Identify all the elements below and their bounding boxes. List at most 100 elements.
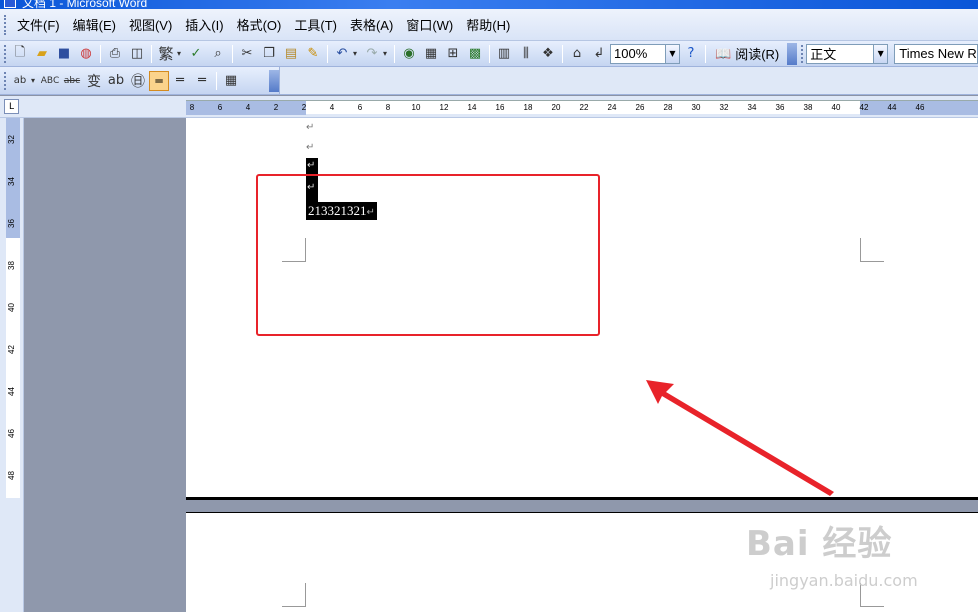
help-icon[interactable]: ? [681, 44, 701, 64]
chevron-down-icon[interactable]: ▼ [874, 43, 889, 64]
ruler-tick-label: 22 [579, 103, 589, 112]
separator [705, 44, 706, 63]
paste-icon[interactable]: ▤ [281, 44, 301, 64]
toolbar-grip[interactable] [4, 71, 7, 90]
ruler-tick-label: 28 [663, 103, 673, 112]
ruler-tick-label: 30 [691, 103, 701, 112]
open-icon[interactable]: ▰ [32, 44, 52, 64]
watermark-brand: Bai 经验 [746, 524, 893, 564]
menu-grip[interactable] [4, 14, 7, 35]
phonetic-guide-icon[interactable]: ab [10, 71, 30, 91]
chevron-down-icon[interactable]: ▾ [383, 49, 391, 58]
chevron-down-icon[interactable]: ▾ [177, 49, 185, 58]
format-painter-icon[interactable]: ✎ [303, 44, 323, 64]
redo-icon[interactable]: ↷ [362, 44, 382, 64]
toolbar-grip[interactable] [801, 44, 804, 63]
separator [151, 44, 152, 63]
style-field[interactable]: 正文 [806, 43, 875, 64]
ruler-tick-label: 42 [7, 345, 16, 354]
pinyin-icon[interactable]: 变 [84, 71, 104, 91]
menu-edit[interactable]: 编辑(E) [69, 15, 125, 34]
crop-mark [282, 116, 306, 118]
baidu-watermark: Bai 经验 jingyan.baidu.com [746, 516, 946, 596]
hyperlink-icon[interactable]: ◉ [399, 44, 419, 64]
ruler-tick-label: 42 [859, 103, 869, 112]
print-preview-icon[interactable]: ◫ [127, 44, 147, 64]
ruler-tick-label: 8 [189, 103, 195, 112]
combine-chars-icon[interactable]: ab [106, 71, 126, 91]
ruler-tick-label: 2 [273, 103, 279, 112]
show-hide-paragraph-icon[interactable]: ↲ [589, 44, 609, 64]
ruler-tick-label: 26 [635, 103, 645, 112]
toolbar-options-chevron[interactable] [269, 69, 279, 92]
cut-icon[interactable]: ✂ [237, 44, 257, 64]
vertical-ruler-scale[interactable]: 32 34 36 38 40 42 44 46 48 [6, 118, 20, 498]
ruler-tick-label: 44 [887, 103, 897, 112]
tables-borders-icon[interactable]: ▦ [421, 44, 441, 64]
crop-mark-bottom-left [282, 583, 306, 607]
strikethrough-icon[interactable]: abc [62, 71, 82, 91]
permission-icon[interactable]: ◍ [76, 44, 96, 64]
menu-view[interactable]: 视图(V) [125, 15, 181, 34]
save-icon[interactable]: ■ [54, 44, 74, 64]
paragraph-mark: ↵ [307, 160, 316, 171]
copy-icon[interactable]: ❐ [259, 44, 279, 64]
toolbar-grip[interactable] [4, 44, 7, 63]
standard-toolbar: 🗋 ▰ ■ ◍ ⎙ ◫ 繁 ▾ ✓ ⌕ ✂ ❐ ▤ ✎ ↶ ▾ ↷ ▾ ◉ ▦ … [0, 41, 978, 67]
ruler-tick-label: 2 [301, 103, 307, 112]
ruler-tick-label: 48 [7, 471, 16, 480]
document-map-icon[interactable]: ❖ [538, 44, 558, 64]
ruler-tick-label: 44 [7, 387, 16, 396]
insert-table-icon[interactable]: ⊞ [443, 44, 463, 64]
columns-icon[interactable]: ▥ [494, 44, 514, 64]
new-doc-icon[interactable]: 🗋 [10, 44, 30, 64]
toolbar-options-chevron[interactable] [787, 42, 798, 65]
zoom-field[interactable]: 100% [610, 43, 666, 64]
horizontal-ruler[interactable]: L 8 6 4 2 2 4 6 8 10 12 14 16 18 20 22 24 26 28 30 32 34 36 38… [0, 96, 978, 118]
vertical-ruler[interactable]: 32 34 36 38 40 42 44 46 48 [0, 118, 24, 612]
ruler-tick-label: 24 [607, 103, 617, 112]
menu-tools[interactable]: 工具(T) [290, 15, 346, 34]
menu-help[interactable]: 帮助(H) [462, 15, 519, 34]
spellcheck-icon[interactable]: ✓ [186, 44, 206, 64]
drawing-icon[interactable]: ⫼ [516, 44, 536, 64]
undo-icon[interactable]: ↶ [332, 44, 352, 64]
show-hide-icon[interactable]: ⌂ [567, 44, 587, 64]
chevron-down-icon[interactable]: ▼ [666, 43, 680, 64]
align-bottom-icon[interactable]: ═ [192, 71, 212, 91]
separator [100, 44, 101, 63]
ruler-tick-label: 34 [747, 103, 757, 112]
text-direction-icon[interactable]: ▦ [221, 71, 241, 91]
ruler-tick-label: 34 [7, 177, 16, 186]
research-icon[interactable]: ⌕ [208, 44, 228, 64]
menu-table[interactable]: 表格(A) [346, 15, 402, 34]
insert-excel-icon[interactable]: ▩ [465, 44, 485, 64]
align-middle-icon[interactable]: ═ [170, 71, 190, 91]
enclose-char-icon[interactable]: ㊐ [128, 71, 148, 91]
separator [232, 44, 233, 63]
separator [562, 44, 563, 63]
read-button-label: 阅读(R) [735, 47, 780, 62]
ruler-tick-label: 36 [775, 103, 785, 112]
tab-selector[interactable]: L [4, 99, 19, 114]
asian-layout-toolbar: ab ▾ ABC abc 变 ab ㊐ ═ ═ ═ ▦ [0, 67, 280, 95]
menu-window[interactable]: 窗口(W) [402, 15, 462, 34]
menu-format[interactable]: 格式(O) [233, 15, 291, 34]
ruler-tick-label: 46 [915, 103, 925, 112]
menu-file[interactable]: 文件(F) [13, 15, 69, 34]
align-top-icon[interactable]: ═ [149, 70, 169, 91]
menu-insert[interactable]: 插入(I) [181, 15, 232, 34]
ruler-tick-label: 10 [411, 103, 421, 112]
ruler-scale[interactable]: 8 6 4 2 2 4 6 8 10 12 14 16 18 20 22 24 26 28 30 32 34 36 38 40… [186, 100, 978, 115]
ruler-tick-label: 38 [7, 261, 16, 270]
toolbar-empty-area [280, 67, 978, 95]
abc-icon[interactable]: ABC [40, 71, 60, 91]
title-bar: 文档 1 - Microsoft Word [0, 0, 978, 9]
ruler-tick-label: 40 [831, 103, 841, 112]
font-field[interactable]: Times New R [894, 43, 978, 64]
read-button[interactable]: 📖 阅读(R) [709, 44, 785, 63]
chevron-down-icon[interactable]: ▾ [353, 49, 361, 58]
traditional-chinese-icon[interactable]: 繁 [156, 44, 176, 64]
print-icon[interactable]: ⎙ [105, 44, 125, 64]
chevron-down-icon[interactable]: ▾ [31, 76, 39, 85]
